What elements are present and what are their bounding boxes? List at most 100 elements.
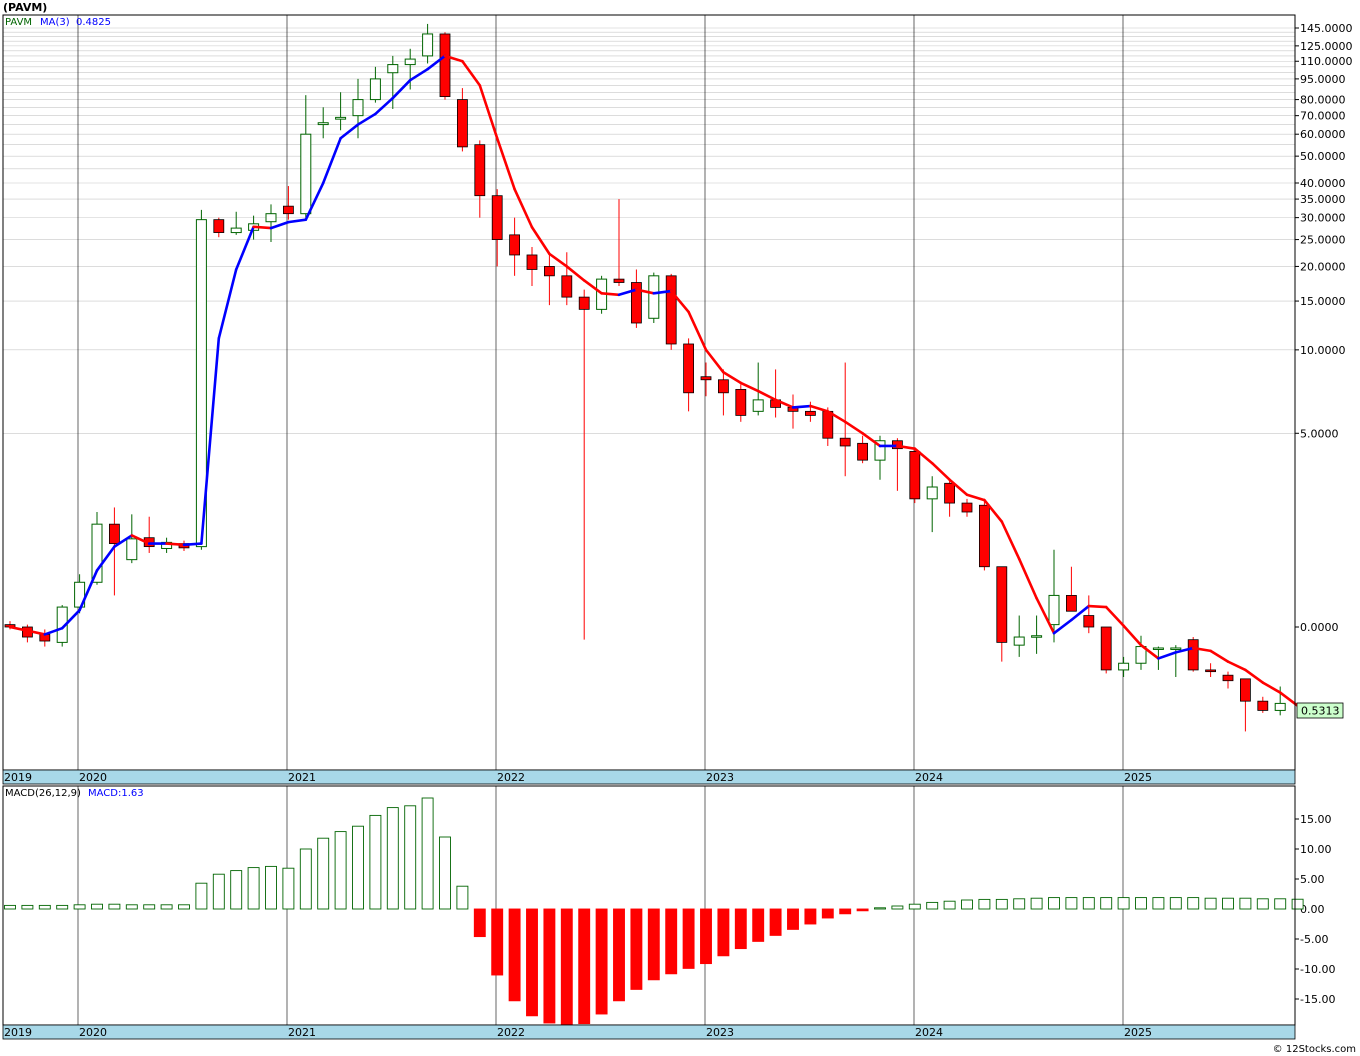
candle — [1222, 671, 1234, 689]
candle — [700, 362, 712, 397]
macd-bar — [1152, 897, 1165, 910]
candle-body — [474, 144, 486, 197]
macd-bar — [317, 837, 330, 910]
candle-body — [491, 195, 503, 240]
macd-x-label: 2020 — [79, 1026, 107, 1039]
macd-x-axis: 2019 2020 2021 2022 2023 2024 2025 — [2, 1024, 1296, 1040]
candle-body — [265, 213, 277, 223]
candle — [613, 199, 625, 286]
macd-bar — [1169, 897, 1182, 910]
price-x-label: 2025 — [1124, 771, 1152, 784]
candle — [578, 289, 590, 640]
macd-bar — [821, 908, 834, 919]
price-x-label: 2020 — [79, 771, 107, 784]
candle-body — [961, 502, 973, 513]
candle-body — [1187, 639, 1199, 671]
ma-segment — [548, 252, 569, 268]
ma-segment — [252, 225, 273, 230]
macd-bar — [1065, 897, 1078, 910]
ma-segment — [165, 542, 186, 547]
candle — [857, 435, 868, 464]
macd-bar — [160, 904, 173, 910]
price-legend-symbol: PAVM — [5, 17, 32, 28]
ma-segment — [1157, 651, 1178, 660]
price-x-axis-band — [2, 769, 1296, 785]
candle-body — [1013, 636, 1025, 646]
candle-body — [839, 437, 851, 447]
candle — [317, 107, 329, 139]
macd-bar — [369, 814, 382, 910]
macd-y-tick-label: -10.00 — [1300, 963, 1335, 976]
macd-bar — [508, 908, 521, 1002]
macd-x-label: 2022 — [497, 1026, 525, 1039]
candle-body — [822, 410, 834, 439]
candle-body — [126, 538, 138, 561]
candle-body — [1274, 702, 1286, 711]
ma-segment — [513, 187, 534, 229]
candle-body — [544, 266, 555, 277]
price-legend-ma-label: MA(3) — [40, 17, 70, 28]
candle-body — [1118, 662, 1130, 671]
candle-body — [317, 122, 329, 126]
macd-y-tick-label: 15.00 — [1300, 813, 1332, 826]
candle-body — [1222, 674, 1234, 682]
candle-body — [996, 566, 1008, 643]
candle-body — [735, 388, 747, 416]
macd-y-tick-label: -5.00 — [1300, 933, 1328, 946]
candle-body — [387, 64, 399, 74]
ma-segment — [1122, 624, 1143, 647]
ma-segment — [408, 67, 429, 82]
ma-segment — [391, 78, 412, 100]
macd-y-tick-label: -15.00 — [1300, 993, 1335, 1006]
ma-segment — [1226, 660, 1247, 672]
candle-body — [718, 379, 729, 394]
candle-body — [857, 442, 868, 461]
ma-segment — [791, 404, 812, 409]
macd-y-tick-label: 0.00 — [1300, 903, 1325, 916]
price-y-axis: 145.0000 125.0000 110.0000 95.0000 80.0000 70… — [1295, 22, 1353, 634]
macd-bar — [125, 904, 138, 910]
macd-bar — [613, 908, 625, 1002]
candle-body — [1100, 626, 1112, 671]
price-y-tick-label: 35.0000 — [1300, 193, 1346, 206]
macd-bar — [230, 870, 243, 910]
price-y-tick-label: 80.0000 — [1300, 94, 1346, 107]
macd-bar — [734, 908, 747, 950]
macd-bar — [526, 908, 538, 1017]
macd-x-label: 2019 — [4, 1026, 32, 1039]
price-y-tick-label: 95.0000 — [1300, 73, 1346, 86]
macd-x-label: 2025 — [1124, 1026, 1152, 1039]
ma-segment — [374, 96, 395, 116]
macd-bar — [108, 903, 121, 910]
macd-bar — [926, 901, 939, 910]
candle — [143, 516, 155, 553]
candle-body — [1066, 595, 1077, 612]
macd-bar — [943, 900, 956, 910]
macd-bar — [908, 903, 921, 910]
candle-body — [439, 33, 451, 98]
candle-body — [369, 78, 381, 101]
macd-bar — [647, 908, 660, 981]
price-x-axis: 2019 2020 2021 2022 2023 2024 2025 — [2, 769, 1296, 785]
macd-x-axis-band — [2, 1024, 1296, 1040]
candle-body — [1083, 615, 1095, 628]
candle-body — [422, 33, 434, 57]
macd-bar — [439, 836, 451, 910]
ma-segment — [269, 220, 290, 230]
macd-bar — [4, 904, 16, 910]
macd-bar — [1030, 897, 1043, 910]
candle-body — [909, 451, 921, 500]
macd-bar — [543, 908, 556, 1024]
candle-body — [665, 275, 677, 345]
macd-bar — [178, 904, 190, 910]
candle — [1083, 595, 1095, 634]
price-x-label: 2019 — [4, 771, 32, 784]
macd-y-tick-label: 10.00 — [1300, 843, 1332, 856]
ma-segment — [1017, 557, 1038, 600]
candle-body — [509, 234, 521, 256]
candle — [265, 204, 277, 243]
candle-body — [561, 275, 573, 298]
macd-bar — [1204, 897, 1217, 910]
macd-bar — [995, 898, 1008, 910]
candle — [561, 252, 573, 306]
